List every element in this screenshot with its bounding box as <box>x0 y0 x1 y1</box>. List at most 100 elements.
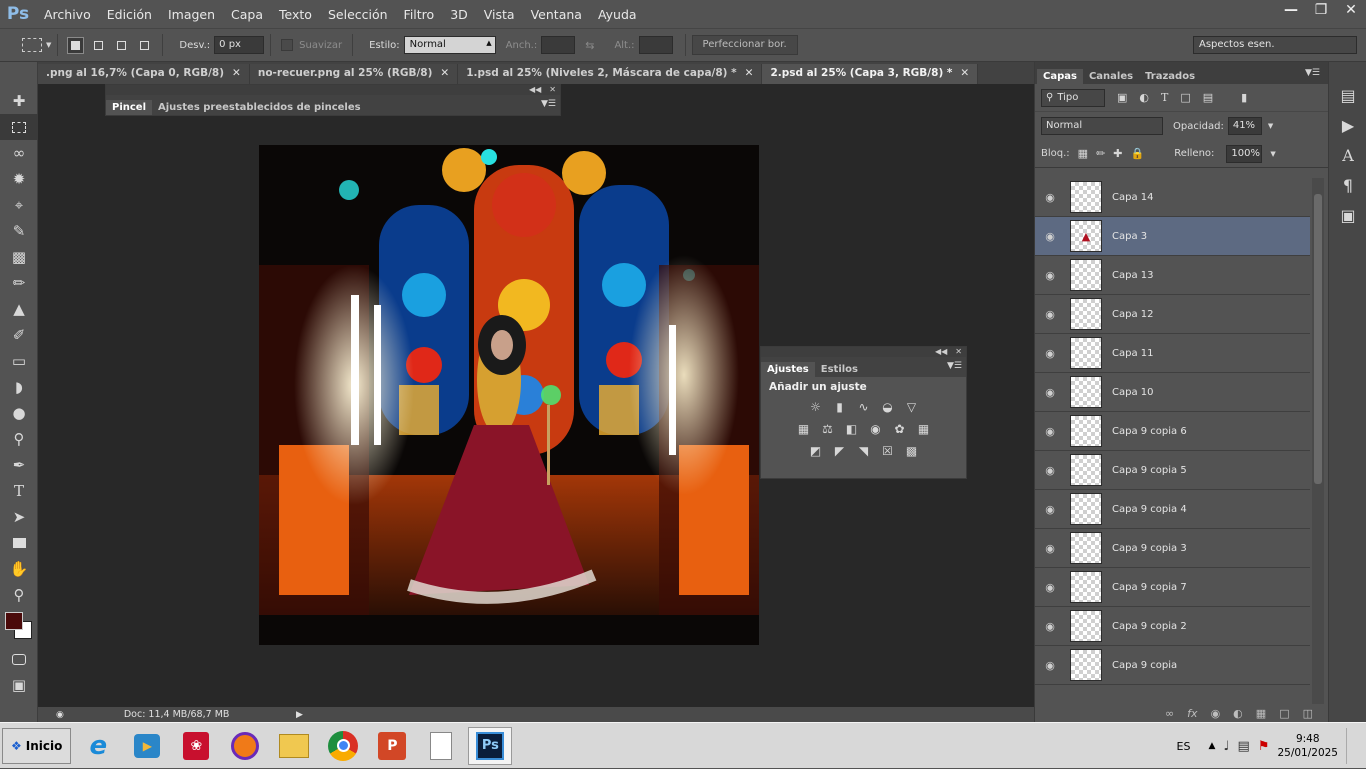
play-icon[interactable]: ▶ <box>1329 110 1366 140</box>
eye-icon[interactable]: ◉ <box>1035 230 1065 243</box>
filter-toggle-icon[interactable]: ▮ <box>1241 91 1247 104</box>
feather-input[interactable]: 0 px <box>214 36 265 54</box>
layer-row[interactable]: ◉ Capa 9 copia 7 <box>1035 568 1310 607</box>
pen-tool-icon[interactable]: ✒ <box>0 452 38 478</box>
zoom-tool-icon[interactable]: ⚲ <box>0 582 38 608</box>
color-balance-icon[interactable]: ⚖ <box>819 421 837 437</box>
menu-vista[interactable]: Vista <box>476 7 523 22</box>
swap-icon[interactable]: ⇆ <box>585 39 594 52</box>
layer-name[interactable]: Capa 9 copia 7 <box>1112 582 1187 593</box>
close-icon[interactable]: ✕ <box>955 347 962 357</box>
clock[interactable]: 9:48 25/01/2025 <box>1277 732 1338 760</box>
height-input[interactable] <box>638 36 673 54</box>
layer-row[interactable]: ◉ Capa 12 <box>1035 295 1310 334</box>
layer-name[interactable]: Capa 9 copia 2 <box>1112 621 1187 632</box>
width-input[interactable] <box>541 36 576 54</box>
menu-archivo[interactable]: Archivo <box>36 7 99 22</box>
tab-ajustes[interactable]: Ajustes <box>761 362 815 377</box>
brush-tool-icon[interactable]: ✏ <box>0 270 38 296</box>
media-player-icon[interactable]: ▶ <box>125 727 169 765</box>
adjustment-layer-icon[interactable]: ◐ <box>1233 707 1243 720</box>
layer-name[interactable]: Capa 9 copia 4 <box>1112 504 1187 515</box>
layers-scrollbar[interactable] <box>1312 178 1324 704</box>
fx-icon[interactable]: fx <box>1187 707 1197 720</box>
language-indicator[interactable]: ES <box>1177 740 1191 753</box>
layer-name[interactable]: Capa 9 copia <box>1112 660 1177 671</box>
gradient-map-icon[interactable]: ▩ <box>903 443 921 459</box>
marquee-tool-icon[interactable] <box>22 38 42 52</box>
layer-name[interactable]: Capa 13 <box>1112 270 1154 281</box>
powerpoint-icon[interactable]: P <box>370 727 414 765</box>
color-lookup-icon[interactable]: ▦ <box>915 421 933 437</box>
action-center-icon[interactable]: ⚑ <box>1258 739 1270 754</box>
new-layer-icon[interactable]: □ <box>1279 707 1289 720</box>
rect-marquee-tool-icon[interactable] <box>0 114 38 140</box>
tab-doc-4[interactable]: 2.psd al 25% (Capa 3, RGB/8) * ✕ <box>762 64 979 84</box>
chrome-icon[interactable] <box>321 727 365 765</box>
threshold-icon[interactable]: ◥ <box>855 443 873 459</box>
magic-wand-tool-icon[interactable]: ✹ <box>0 166 38 192</box>
minimize-icon[interactable]: — <box>1276 0 1306 20</box>
layer-name[interactable]: Capa 10 <box>1112 387 1154 398</box>
exposure-icon[interactable]: ◒ <box>879 399 897 415</box>
mask-icon[interactable]: ◉ <box>1211 707 1221 720</box>
volume-icon[interactable]: ♩ <box>1223 739 1229 754</box>
close-tab-icon[interactable]: ✕ <box>960 67 969 84</box>
layer-name[interactable]: Capa 14 <box>1112 192 1154 203</box>
start-button[interactable]: ❖ Inicio <box>2 727 72 764</box>
panel-menu-icon[interactable]: ▼☰ <box>1305 68 1320 78</box>
layer-row[interactable]: ◉ Capa 9 copia <box>1035 646 1310 685</box>
3d-cube-icon[interactable]: ▣ <box>1329 200 1366 230</box>
menu-seleccion[interactable]: Selección <box>320 7 396 22</box>
filter-smart-icon[interactable]: ▤ <box>1203 91 1213 104</box>
layer-row-selected[interactable]: ◉ ▲ Capa 3 <box>1035 217 1310 256</box>
scrollbar-thumb[interactable] <box>1314 194 1322 484</box>
workspace-select[interactable]: Aspectos esen. <box>1193 36 1357 54</box>
filter-pixel-icon[interactable]: ▣ <box>1117 91 1127 104</box>
eyedropper-tool-icon[interactable]: ✎ <box>0 218 38 244</box>
bucket-tool-icon[interactable]: ◗ <box>0 374 38 400</box>
brightness-icon[interactable]: ☼ <box>807 399 825 415</box>
lock-position-icon[interactable]: ✚ <box>1113 147 1122 160</box>
style-select[interactable]: Normal ▲ <box>403 36 496 54</box>
path-select-tool-icon[interactable]: ➤ <box>0 504 38 530</box>
history-icon[interactable]: ▤ <box>1329 80 1366 110</box>
foreground-color-swatch[interactable] <box>5 612 23 630</box>
layer-row[interactable]: ◉ Capa 14 <box>1035 178 1310 217</box>
menu-imagen[interactable]: Imagen <box>160 7 223 22</box>
layer-row[interactable]: ◉ Capa 9 copia 5 <box>1035 451 1310 490</box>
status-icon[interactable]: ◉ <box>56 710 64 720</box>
fill-input[interactable]: 100% <box>1226 144 1263 163</box>
add-selection-icon[interactable] <box>90 37 107 54</box>
restore-icon[interactable]: ❐ <box>1306 0 1336 20</box>
tab-canales[interactable]: Canales <box>1083 69 1139 84</box>
hue-saturation-icon[interactable]: ▦ <box>795 421 813 437</box>
show-desktop-button[interactable] <box>1346 728 1360 764</box>
chevron-down-icon[interactable]: ▼ <box>1268 122 1273 130</box>
eye-icon[interactable]: ◉ <box>1035 464 1065 477</box>
menu-ayuda[interactable]: Ayuda <box>590 7 645 22</box>
layer-name[interactable]: Capa 9 copia 5 <box>1112 465 1187 476</box>
close-tab-icon[interactable]: ✕ <box>232 67 241 84</box>
hand-tool-icon[interactable]: ✋ <box>0 556 38 582</box>
chevron-down-icon[interactable]: ▼ <box>46 41 51 49</box>
close-tab-icon[interactable]: ✕ <box>745 67 754 84</box>
menu-capa[interactable]: Capa <box>223 7 271 22</box>
canvas-artwork[interactable] <box>259 145 759 645</box>
shape-tool-icon[interactable] <box>0 530 38 556</box>
curves-icon[interactable]: ∿ <box>855 399 873 415</box>
photoshop-taskbar-icon[interactable]: Ps <box>468 726 513 765</box>
collapse-icon[interactable]: ◀◀ <box>935 347 947 357</box>
opacity-input[interactable]: 41% <box>1227 117 1262 135</box>
new-selection-icon[interactable] <box>67 36 85 54</box>
layer-row[interactable]: ◉ Capa 9 copia 3 <box>1035 529 1310 568</box>
chevron-down-icon[interactable]: ▼ <box>1270 150 1275 158</box>
channel-mixer-icon[interactable]: ✿ <box>891 421 909 437</box>
quick-mask-icon[interactable] <box>0 646 38 672</box>
menu-edicion[interactable]: Edición <box>99 7 160 22</box>
status-menu-icon[interactable]: ▶ <box>296 710 303 720</box>
dodge-tool-icon[interactable]: ⚲ <box>0 426 38 452</box>
healing-tool-icon[interactable]: ▩ <box>0 244 38 270</box>
eye-icon[interactable]: ◉ <box>1035 425 1065 438</box>
layer-name[interactable]: Capa 12 <box>1112 309 1154 320</box>
